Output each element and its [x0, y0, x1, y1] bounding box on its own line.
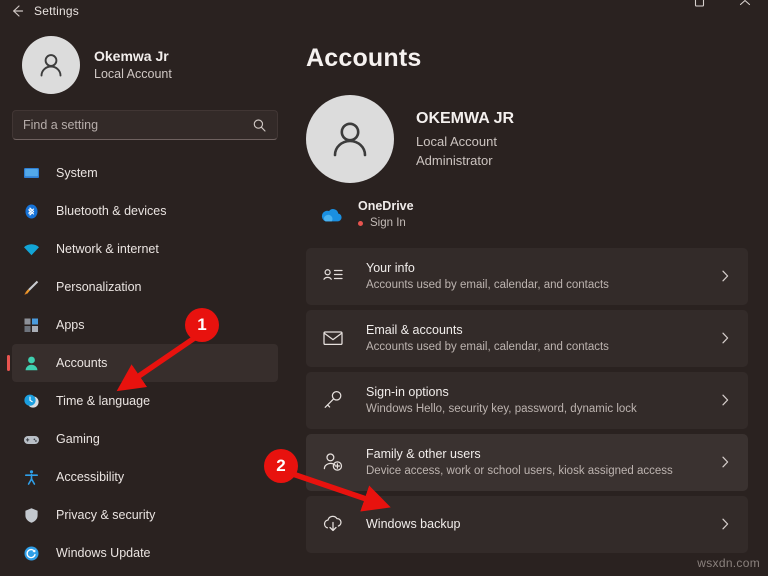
sidebar-item-label: System — [56, 166, 98, 180]
card-subtitle: Accounts used by email, calendar, and co… — [366, 279, 609, 292]
close-button[interactable] — [722, 0, 768, 22]
sidebar-item-label: Gaming — [56, 432, 100, 446]
sidebar-item-label: Personalization — [56, 280, 142, 294]
card-subtitle: Accounts used by email, calendar, and co… — [366, 341, 609, 354]
person-details-icon — [320, 265, 346, 287]
card-email-accounts[interactable]: Email & accounts Accounts used by email,… — [306, 309, 748, 367]
sidebar-item-privacy-security[interactable]: Privacy & security — [12, 496, 278, 534]
window-controls — [676, 0, 768, 22]
person-avatar-icon — [306, 95, 394, 183]
person-add-icon — [320, 451, 346, 473]
bluetooth-icon — [22, 202, 40, 220]
sidebar-item-system[interactable]: System — [12, 154, 278, 192]
back-button[interactable] — [0, 0, 34, 22]
person-avatar-icon — [22, 36, 80, 94]
gamepad-icon — [22, 430, 40, 448]
card-sign-in-options[interactable]: Sign-in options Windows Hello, security … — [306, 371, 748, 429]
sidebar-item-personalization[interactable]: Personalization — [12, 268, 278, 306]
hero-account-type: Local Account — [416, 133, 497, 149]
sidebar-item-bluetooth-devices[interactable]: Bluetooth & devices — [12, 192, 278, 230]
sidebar-item-label: Network & internet — [56, 242, 159, 256]
status-dot-icon — [358, 220, 363, 226]
sidebar-item-label: Apps — [56, 318, 85, 332]
sidebar-item-label: Bluetooth & devices — [56, 204, 167, 218]
sidebar-nav: System Bluetooth & devices Network & int… — [12, 154, 278, 572]
onedrive-row[interactable]: OneDrive Sign In — [318, 197, 748, 232]
search-icon — [252, 118, 267, 133]
shield-icon — [22, 506, 40, 524]
sidebar: Okemwa Jr Local Account Find a setting S… — [0, 22, 290, 576]
card-title: Email & accounts — [366, 322, 463, 337]
clock-icon — [22, 392, 40, 410]
title-bar: Settings — [0, 0, 768, 22]
restore-button[interactable] — [676, 0, 722, 22]
paintbrush-icon — [22, 278, 40, 296]
sidebar-item-accessibility[interactable]: Accessibility — [12, 458, 278, 496]
chevron-right-icon — [718, 517, 732, 531]
wifi-icon — [22, 240, 40, 258]
chevron-right-icon — [718, 393, 732, 407]
onedrive-status-label: Sign In — [370, 217, 406, 230]
sidebar-item-label: Accounts — [56, 356, 108, 370]
sidebar-item-gaming[interactable]: Gaming — [12, 420, 278, 458]
window-title: Settings — [34, 4, 79, 18]
update-icon — [22, 544, 40, 562]
card-subtitle: Windows Hello, security key, password, d… — [366, 403, 637, 416]
apps-grid-icon — [22, 316, 40, 334]
sidebar-item-time-language[interactable]: Time & language — [12, 382, 278, 420]
sidebar-item-network-internet[interactable]: Network & internet — [12, 230, 278, 268]
card-subtitle: Device access, work or school users, kio… — [366, 465, 673, 478]
settings-window: Settings Okemwa Jr Local Account Find a … — [0, 0, 768, 576]
card-family-other-users[interactable]: Family & other users Device access, work… — [306, 433, 748, 491]
watermark: wsxdn.com — [697, 556, 760, 570]
sidebar-item-accounts[interactable]: Accounts — [12, 344, 278, 382]
card-text: Sign-in options Windows Hello, security … — [366, 383, 698, 418]
backup-icon — [320, 513, 346, 535]
hero-account-name: OKEMWA JR — [416, 110, 515, 128]
key-icon — [320, 389, 346, 411]
onedrive-status: Sign In — [358, 215, 414, 232]
card-text: Your info Accounts used by email, calend… — [366, 259, 698, 294]
card-text: Family & other users Device access, work… — [366, 445, 698, 480]
sidebar-item-windows-update[interactable]: Windows Update — [12, 534, 278, 572]
account-hero: OKEMWA JR Local Account Administrator — [306, 95, 748, 183]
chevron-right-icon — [718, 331, 732, 345]
settings-card-list: Your info Accounts used by email, calend… — [306, 247, 748, 553]
envelope-icon — [320, 327, 346, 349]
sidebar-item-label: Windows Update — [56, 546, 151, 560]
search-box[interactable] — [12, 110, 278, 140]
sidebar-item-label: Accessibility — [56, 470, 125, 484]
card-title: Your info — [366, 260, 415, 275]
hero-account-role: Administrator — [416, 153, 493, 169]
card-title: Sign-in options — [366, 384, 449, 399]
sidebar-item-apps[interactable]: Apps — [12, 306, 278, 344]
accessibility-icon — [22, 468, 40, 486]
main-content: Accounts OKEMWA JR Local Account Adminis… — [290, 22, 768, 576]
card-title: Family & other users — [366, 446, 481, 461]
person-icon — [22, 354, 40, 372]
monitor-icon — [22, 164, 40, 182]
card-text: Windows backup — [366, 515, 698, 533]
annotation-marker-2: 2 — [264, 449, 298, 483]
chevron-right-icon — [718, 455, 732, 469]
sidebar-item-label: Privacy & security — [56, 508, 156, 522]
search-input[interactable] — [23, 118, 252, 132]
page-title: Accounts — [306, 44, 422, 72]
sidebar-profile-type: Local Account — [94, 67, 172, 81]
sidebar-profile-name: Okemwa Jr — [94, 48, 169, 65]
card-text: Email & accounts Accounts used by email,… — [366, 321, 698, 356]
card-your-info[interactable]: Your info Accounts used by email, calend… — [306, 247, 748, 305]
chevron-right-icon — [718, 269, 732, 283]
window-body: Okemwa Jr Local Account Find a setting S… — [0, 22, 768, 576]
annotation-marker-1: 1 — [185, 308, 219, 342]
onedrive-title: OneDrive — [358, 199, 414, 213]
card-title: Windows backup — [366, 517, 461, 532]
onedrive-cloud-icon — [318, 206, 344, 223]
card-windows-backup[interactable]: Windows backup — [306, 495, 748, 553]
sidebar-profile[interactable]: Okemwa Jr Local Account — [12, 22, 278, 104]
sidebar-item-label: Time & language — [56, 394, 151, 408]
